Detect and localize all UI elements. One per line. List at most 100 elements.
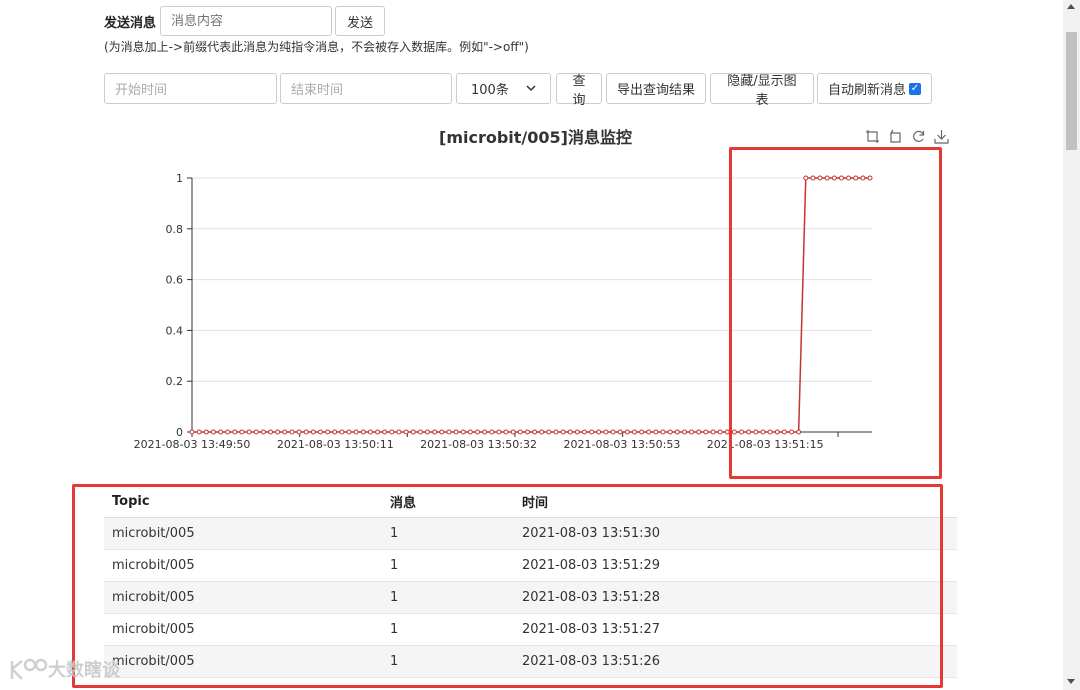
chart-toolbox [864, 128, 950, 145]
data-point [367, 429, 373, 435]
data-point [539, 429, 545, 435]
chart-title: [microbit/005]消息监控 [439, 128, 632, 147]
data-point [610, 429, 616, 435]
data-point [667, 429, 673, 435]
data-point [417, 429, 423, 435]
vertical-scrollbar[interactable] [1063, 0, 1080, 690]
data-point [439, 429, 445, 435]
data-point [496, 429, 502, 435]
scroll-thumb[interactable] [1066, 32, 1077, 150]
data-point [467, 429, 473, 435]
data-point [689, 429, 695, 435]
search-button[interactable]: 查询 [556, 73, 602, 108]
data-point [631, 429, 637, 435]
data-point [582, 429, 588, 435]
data-point [189, 429, 195, 435]
start-time-placeholder: 开始时间 [115, 83, 168, 98]
data-point [253, 429, 259, 435]
message-input[interactable] [160, 6, 333, 36]
data-point [532, 429, 538, 435]
data-point [303, 429, 309, 435]
x-tick-label: 2021-08-03 13:50:11 [277, 438, 394, 451]
data-point [567, 429, 573, 435]
data-point [239, 429, 245, 435]
data-point [396, 429, 402, 435]
data-point [624, 429, 630, 435]
auto-refresh-label: 自动刷新消息 [827, 83, 906, 98]
y-tick-label: 0.8 [166, 223, 184, 236]
export-results-button[interactable]: 导出查询结果 [606, 73, 706, 104]
data-point [346, 429, 352, 435]
data-point [596, 429, 602, 435]
data-point [432, 429, 438, 435]
data-point [510, 429, 516, 435]
zoom-icon[interactable] [864, 128, 881, 145]
data-point [289, 429, 295, 435]
data-point [246, 429, 252, 435]
data-point [489, 429, 495, 435]
data-point [681, 429, 687, 435]
data-point [203, 429, 209, 435]
watermark-logo-icon [10, 658, 48, 680]
data-point [410, 429, 416, 435]
data-point [517, 429, 523, 435]
data-point [524, 429, 530, 435]
data-point [403, 429, 409, 435]
data-point [703, 429, 709, 435]
y-tick-label: 0.2 [166, 375, 184, 388]
limit-select[interactable]: 100条 [456, 73, 551, 104]
toggle-chart-button[interactable]: 隐藏/显示图表 [710, 73, 814, 108]
send-message-label: 发送消息 [104, 15, 157, 31]
zoom-reset-icon[interactable] [887, 128, 904, 145]
data-point [389, 429, 395, 435]
end-time-placeholder: 结束时间 [291, 83, 344, 98]
data-point [617, 429, 623, 435]
y-tick-label: 0.6 [166, 274, 184, 287]
end-time-input[interactable]: 结束时间 [280, 73, 452, 104]
scroll-down-arrow-icon[interactable] [1067, 679, 1075, 684]
data-point [603, 429, 609, 435]
data-point [482, 429, 488, 435]
data-point [260, 429, 266, 435]
data-point [696, 429, 702, 435]
data-point [474, 429, 480, 435]
data-point [660, 429, 666, 435]
data-point [446, 429, 452, 435]
auto-refresh-checkbox[interactable]: ✓ [909, 82, 921, 95]
data-point [375, 429, 381, 435]
data-point [232, 429, 238, 435]
data-point [282, 429, 288, 435]
send-message-row: 发送消息 发送 [104, 6, 386, 36]
data-point [560, 429, 566, 435]
data-point [646, 429, 652, 435]
chevron-down-icon [526, 81, 536, 96]
x-tick-label: 2021-08-03 13:50:53 [563, 438, 680, 451]
data-point [310, 429, 316, 435]
data-point [574, 429, 580, 435]
data-point [225, 429, 231, 435]
scroll-up-arrow-icon[interactable] [1067, 4, 1075, 9]
data-point [196, 429, 202, 435]
start-time-input[interactable]: 开始时间 [104, 73, 277, 104]
chart-highlight-box [729, 147, 942, 479]
data-point [589, 429, 595, 435]
data-point [317, 429, 323, 435]
send-button[interactable]: 发送 [335, 6, 386, 36]
auto-refresh-toggle[interactable]: 自动刷新消息 ✓ [817, 73, 932, 104]
data-point [332, 429, 338, 435]
data-point [674, 429, 680, 435]
x-tick-label: 2021-08-03 13:50:32 [420, 438, 537, 451]
data-point [382, 429, 388, 435]
restore-icon[interactable] [910, 128, 927, 145]
command-hint: (为消息加上->前缀代表此消息为纯指令消息，不会被存入数据库。例如"->off"… [104, 40, 529, 54]
data-point [218, 429, 224, 435]
y-tick-label: 1 [176, 172, 183, 185]
limit-select-value: 100条 [471, 83, 509, 98]
data-point [425, 429, 431, 435]
data-point [353, 429, 359, 435]
data-point [296, 429, 302, 435]
data-point [653, 429, 659, 435]
x-tick-label: 2021-08-03 13:49:50 [134, 438, 251, 451]
download-icon[interactable] [933, 128, 950, 145]
data-point [275, 429, 281, 435]
